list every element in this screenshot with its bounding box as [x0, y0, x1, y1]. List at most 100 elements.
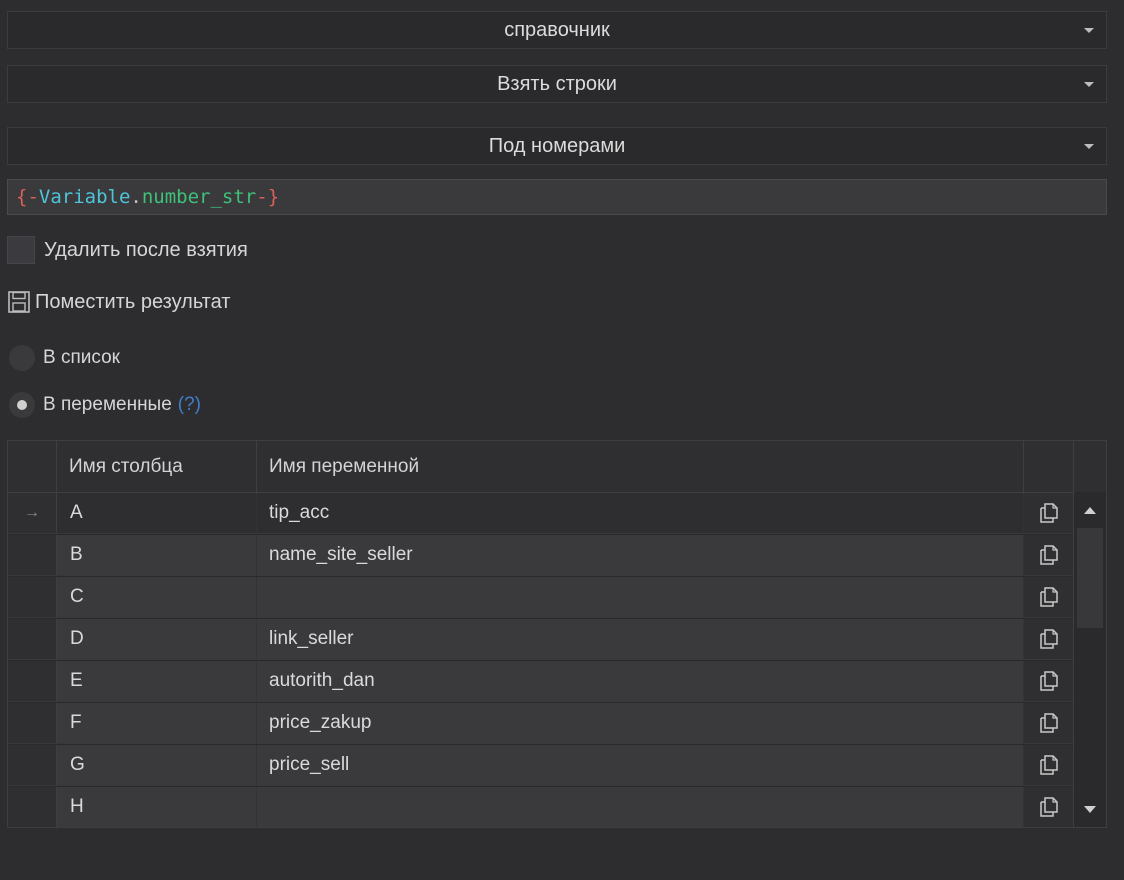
variable-keyword: Variable: [38, 186, 131, 208]
column-mapping-table: Имя столбца Имя переменной → Atip_acc Bnam…: [7, 440, 1107, 828]
scrollbar-thumb[interactable]: [1077, 528, 1103, 628]
copy-button[interactable]: [1024, 577, 1074, 617]
result-section-label: Поместить результат: [35, 290, 231, 313]
header-column-name[interactable]: Имя столбца: [57, 441, 257, 492]
variable-close-brace: -}: [256, 186, 280, 208]
action-dropdown[interactable]: Взять строки: [7, 65, 1107, 103]
current-row-arrow-icon: →: [24, 504, 40, 521]
row-selector[interactable]: [8, 661, 57, 701]
action-value: Взять строки: [497, 72, 617, 95]
row-selector[interactable]: [8, 577, 57, 617]
result-section-header: Поместить результат: [7, 288, 230, 316]
row-selector[interactable]: [8, 787, 57, 827]
delete-after-take-checkbox[interactable]: [7, 236, 35, 264]
column-name-text: F: [70, 712, 82, 733]
copy-button[interactable]: [1024, 745, 1074, 785]
row-selector[interactable]: →: [8, 493, 57, 533]
selection-mode-value: Под номерами: [488, 134, 626, 157]
row-selector[interactable]: [8, 703, 57, 743]
row-selector[interactable]: [8, 619, 57, 659]
delete-after-take-option[interactable]: Удалить после взятия: [7, 234, 248, 266]
selection-mode-dropdown[interactable]: Под номерами: [7, 127, 1107, 165]
column-name-text: E: [70, 670, 83, 691]
source-type-value: справочник: [504, 18, 610, 41]
copy-icon: [1040, 629, 1058, 649]
variable-name-text: name_site_seller: [269, 544, 413, 565]
radio-to-variables-label: В переменные: [43, 394, 172, 415]
table-row[interactable]: Gprice_sell: [8, 745, 1074, 786]
copy-button[interactable]: [1024, 619, 1074, 659]
variable-dot: .: [130, 186, 142, 208]
chevron-down-icon: [1084, 82, 1094, 87]
variable-name-cell[interactable]: price_zakup: [257, 703, 1024, 743]
variable-name-text: price_zakup: [269, 712, 372, 733]
chevron-down-icon: [1084, 28, 1094, 33]
variable-name-cell[interactable]: autorith_dan: [257, 661, 1024, 701]
table-row[interactable]: Eautorith_dan: [8, 661, 1074, 702]
delete-after-take-label: Удалить после взятия: [44, 238, 248, 261]
table-row[interactable]: Dlink_seller: [8, 619, 1074, 660]
copy-icon: [1040, 671, 1058, 691]
variable-name-text: tip_acc: [269, 502, 330, 523]
table-scrollbar[interactable]: [1073, 492, 1106, 827]
copy-icon: [1040, 545, 1058, 565]
table-row[interactable]: Fprice_zakup: [8, 703, 1074, 744]
copy-button[interactable]: [1024, 661, 1074, 701]
copy-button[interactable]: [1024, 493, 1074, 533]
copy-icon: [1040, 503, 1058, 523]
column-name-cell[interactable]: B: [57, 535, 257, 575]
table-row[interactable]: C: [8, 577, 1074, 618]
column-name-cell[interactable]: E: [57, 661, 257, 701]
variable-name-cell[interactable]: [257, 787, 1024, 827]
help-link[interactable]: (?): [178, 394, 201, 416]
table-row[interactable]: H: [8, 787, 1074, 827]
copy-button[interactable]: [1024, 787, 1074, 827]
radio-to-list[interactable]: В список: [9, 343, 120, 373]
radio-to-variables-circle[interactable]: [9, 392, 35, 418]
scroll-down-icon[interactable]: [1084, 806, 1096, 813]
variable-name: number_str: [141, 186, 257, 208]
scroll-up-icon[interactable]: [1084, 507, 1096, 514]
column-name-text: D: [70, 628, 84, 649]
column-name-text: A: [70, 502, 83, 523]
variable-name-cell[interactable]: [257, 577, 1024, 617]
header-action-cell: [1024, 441, 1074, 492]
header-selector-cell: [8, 441, 57, 492]
copy-icon: [1040, 755, 1058, 775]
header-variable-name[interactable]: Имя переменной: [257, 441, 1024, 492]
column-name-cell[interactable]: C: [57, 577, 257, 617]
variable-name-cell[interactable]: tip_acc: [257, 493, 1024, 533]
source-type-dropdown[interactable]: справочник: [7, 11, 1107, 49]
column-name-cell[interactable]: G: [57, 745, 257, 785]
column-name-cell[interactable]: F: [57, 703, 257, 743]
row-selector[interactable]: [8, 535, 57, 575]
copy-button[interactable]: [1024, 535, 1074, 575]
copy-icon: [1040, 797, 1058, 817]
table-row[interactable]: Bname_site_seller: [8, 535, 1074, 576]
column-name-text: C: [70, 586, 84, 607]
copy-icon: [1040, 713, 1058, 733]
copy-icon: [1040, 587, 1058, 607]
header-variable-name-label: Имя переменной: [269, 455, 420, 477]
chevron-down-icon: [1084, 144, 1094, 149]
column-name-cell[interactable]: D: [57, 619, 257, 659]
variable-name-cell[interactable]: link_seller: [257, 619, 1024, 659]
table-row[interactable]: → Atip_acc: [8, 493, 1074, 534]
column-name-cell[interactable]: H: [57, 787, 257, 827]
variable-name-cell[interactable]: name_site_seller: [257, 535, 1024, 575]
header-column-name-label: Имя столбца: [69, 455, 183, 477]
variable-name-cell[interactable]: price_sell: [257, 745, 1024, 785]
row-numbers-input[interactable]: {- Variable. number_str -}: [7, 179, 1107, 215]
save-icon: [8, 291, 30, 313]
column-name-text: B: [70, 544, 83, 565]
variable-name-text: price_sell: [269, 754, 350, 775]
radio-to-list-label: В список: [43, 347, 120, 368]
table-header: Имя столбца Имя переменной: [8, 441, 1106, 493]
row-selector[interactable]: [8, 745, 57, 785]
column-name-text: G: [70, 754, 85, 775]
variable-open-brace: {-: [16, 186, 39, 208]
radio-to-list-circle[interactable]: [9, 345, 35, 371]
radio-to-variables[interactable]: В переменные (?): [9, 390, 201, 420]
column-name-cell[interactable]: A: [57, 493, 257, 533]
copy-button[interactable]: [1024, 703, 1074, 743]
